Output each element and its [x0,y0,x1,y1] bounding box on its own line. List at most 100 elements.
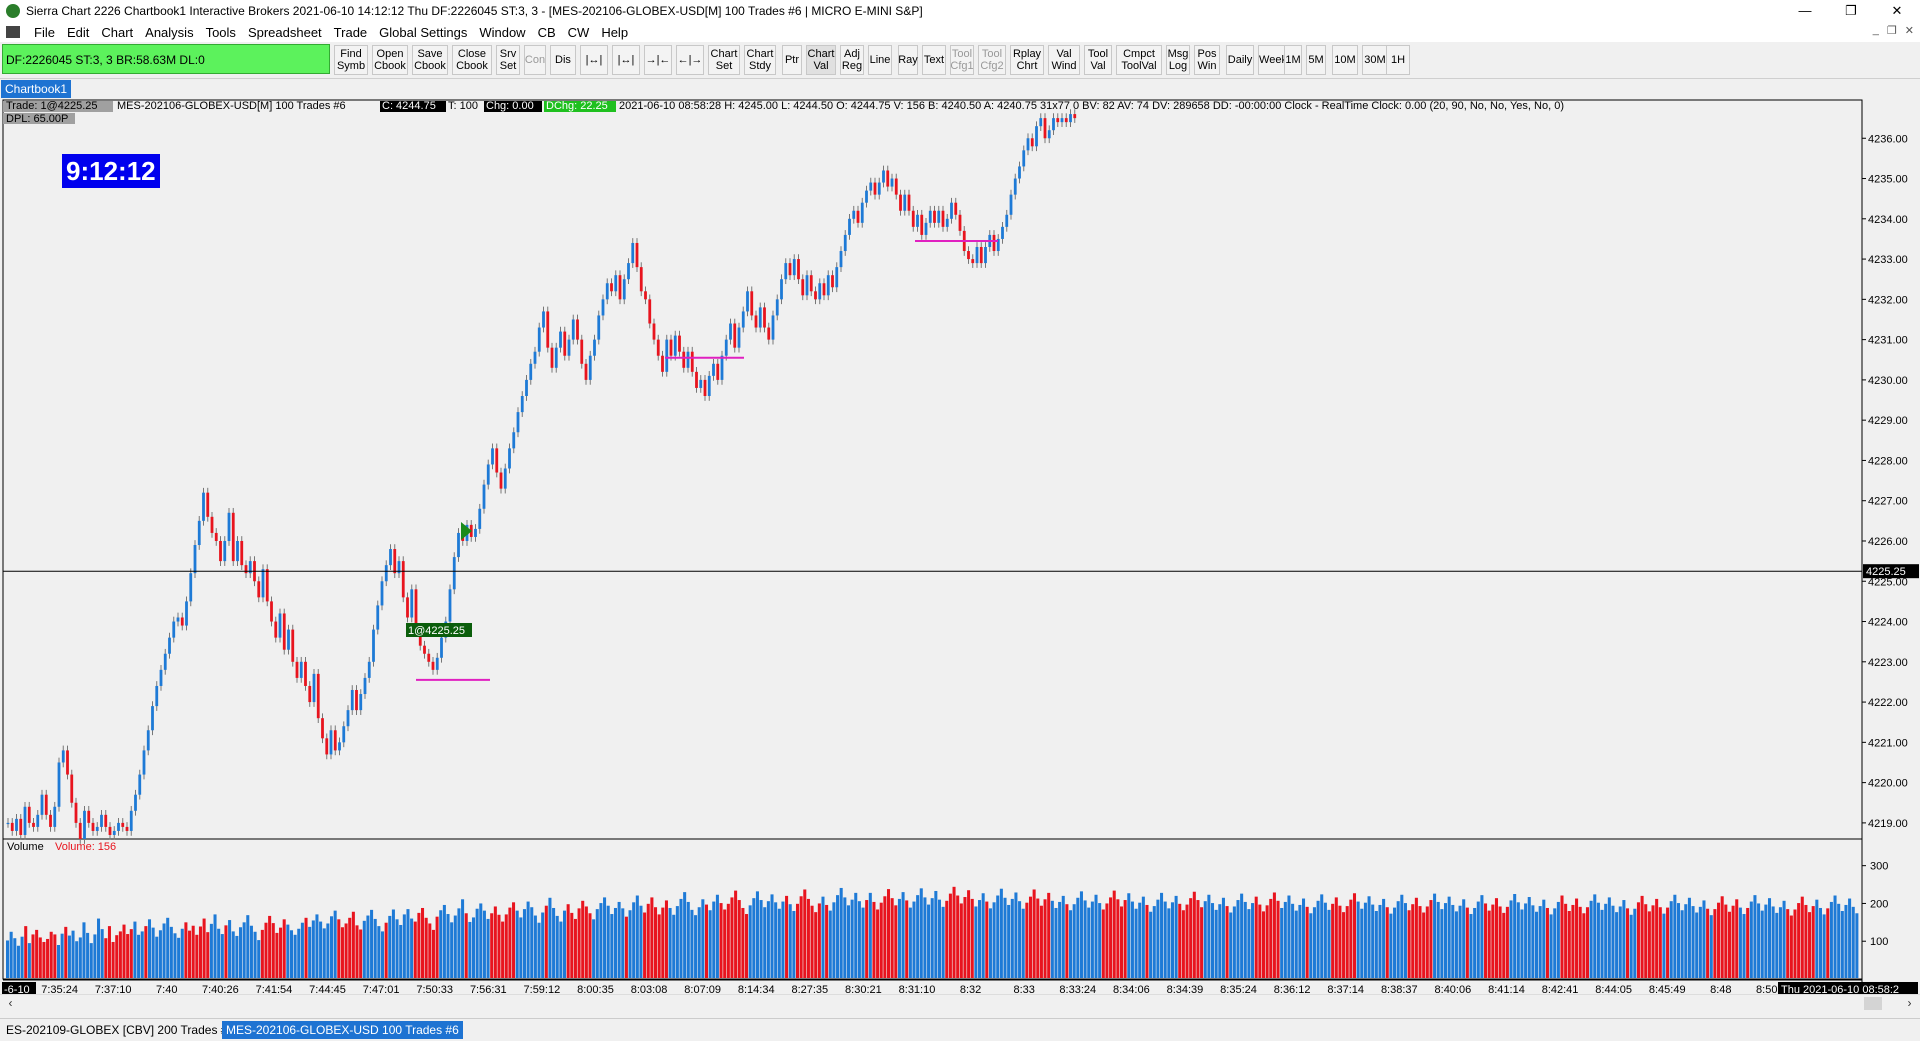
candle-body [733,323,737,348]
candle-body [380,581,384,606]
volume-bar [908,907,912,978]
maximize-button[interactable]: ❐ [1828,0,1874,22]
candle-body [87,810,91,823]
scroll-left-icon[interactable]: ‹ [2,995,19,1012]
candle-body [100,814,103,827]
disconnect-button[interactable]: Dis [550,45,576,75]
candle-body [482,484,486,509]
menu-file[interactable]: File [28,25,61,40]
volume-bar [16,945,20,978]
candle-body [695,371,698,388]
scale-range-button[interactable]: |↔| [580,45,608,75]
volume-bar [624,916,628,978]
menu-analysis[interactable]: Analysis [139,25,199,40]
scale-expand-button[interactable]: |↔| [612,45,640,75]
mdi-minimize-button[interactable]: _ [1873,24,1879,37]
mdi-restore-button[interactable]: ❐ [1887,24,1897,37]
menu-trade[interactable]: Trade [328,25,373,40]
save-chartbook-button[interactable]: Save Cbook [412,45,448,75]
price-tick-label: 4236.00 [1868,133,1908,145]
system-menu-icon[interactable] [6,26,20,38]
time-tick-label: 7:56:31 [470,984,507,994]
close-chartbook-button[interactable]: Close Cbook [452,45,492,75]
chart-canvas[interactable]: 4236.00 4235.00 4234.00 4233.00 4232.00 4231.… [0,99,1920,994]
volume-bar [843,897,847,978]
price-pane[interactable] [2,99,1863,840]
menu-tools[interactable]: Tools [200,25,242,40]
candle-body [665,339,669,372]
menu-edit[interactable]: Edit [61,25,95,40]
candle-body [117,822,120,831]
server-settings-button[interactable]: Srv Set [496,45,520,75]
volume-bar [1214,909,1218,978]
volume-bar [457,908,461,978]
ray-tool-button[interactable]: Ray [898,45,918,75]
volume-bar [759,900,763,978]
positions-window-button[interactable]: Pos Win [1194,45,1220,75]
candle-body [1035,126,1038,147]
adjust-region-button[interactable]: Adj Reg [840,45,864,75]
scroll-right-icon[interactable]: › [1901,995,1918,1012]
find-symbol-button[interactable]: Find Symb [334,45,368,75]
compact-tool-values-button[interactable]: Cmpct ToolVal [1116,45,1162,75]
minimize-button[interactable]: — [1782,0,1828,22]
close-button[interactable]: ✕ [1874,0,1920,22]
volume-bar [1134,908,1138,978]
menu-spreadsheet[interactable]: Spreadsheet [242,25,328,40]
time-tick-label: 8:41:14 [1488,984,1525,994]
scroll-thumb[interactable] [1864,997,1882,1010]
10m-button[interactable]: 10M [1332,45,1358,75]
price-tick-label: 4222.00 [1868,697,1908,709]
menu-cb[interactable]: CB [532,25,562,40]
30m-button[interactable]: 30M [1362,45,1388,75]
tab-chartbook1[interactable]: Chartbook1 [1,80,72,98]
menu-cw[interactable]: CW [562,25,596,40]
line-tool-button[interactable]: Line [868,45,892,75]
tool-config1-button[interactable]: Tool Cfg1 [950,45,974,75]
tab-mes-chart[interactable]: MES-202106-GLOBEX-USD 100 Trades #6 [222,1021,463,1039]
volume-bar [1429,900,1433,978]
price-tick-label: 4226.00 [1868,536,1908,548]
1h-button[interactable]: 1H [1386,45,1410,75]
text-tool-button[interactable]: Text [922,45,946,75]
chart-settings-button[interactable]: Chart Set [708,45,740,75]
menu-window[interactable]: Window [473,25,531,40]
5m-button[interactable]: 5M [1306,45,1326,75]
volume-bar [1618,906,1622,978]
scale-shift-button[interactable]: ←|→ [676,45,704,75]
scale-compress-button[interactable]: →|← [644,45,672,75]
chart-values-button[interactable]: Chart Val [806,45,836,75]
volume-bar [1760,910,1764,978]
volume-bar [453,915,457,978]
tool-values-button[interactable]: Tool Val [1084,45,1112,75]
chart-window[interactable]: 4236.00 4235.00 4234.00 4233.00 4232.00 4231.… [0,99,1920,994]
candle-body [355,689,358,711]
menu-help[interactable]: Help [595,25,634,40]
volume-bar [1684,904,1688,978]
candle-body [631,242,635,264]
menu-chart[interactable]: Chart [95,25,139,40]
message-log-button[interactable]: Msg Log [1166,45,1190,75]
chart-studies-button[interactable]: Chart Stdy [744,45,776,75]
volume-bar [1575,898,1579,978]
tool-config2-button[interactable]: Tool Cfg2 [978,45,1006,75]
volume-bar [792,911,796,978]
mdi-close-button[interactable]: ✕ [1905,24,1914,37]
tab-es-chart[interactable]: ES-202109-GLOBEX [CBV] 200 Trades #7 [2,1021,238,1039]
pointer-tool-button[interactable]: Ptr [782,45,802,75]
menu-global-settings[interactable]: Global Settings [373,25,473,40]
volume-bar [515,910,519,978]
open-chartbook-button[interactable]: Open Cbook [372,45,408,75]
volume-bar [708,910,712,978]
1m-button[interactable]: 1M [1284,45,1302,75]
time-tick-label: 7:50:33 [416,984,453,994]
volume-bar [919,888,923,978]
horizontal-scrollbar[interactable]: ‹ › [0,994,1920,1012]
daily-button[interactable]: Daily [1226,45,1254,75]
volume-bar [1079,891,1083,978]
volume-bar [704,904,709,978]
connect-button[interactable]: Con [524,45,546,75]
replay-chart-button[interactable]: Rplay Chrt [1010,45,1044,75]
volume-bar [468,921,472,978]
values-window-button[interactable]: Val Wind [1048,45,1080,75]
